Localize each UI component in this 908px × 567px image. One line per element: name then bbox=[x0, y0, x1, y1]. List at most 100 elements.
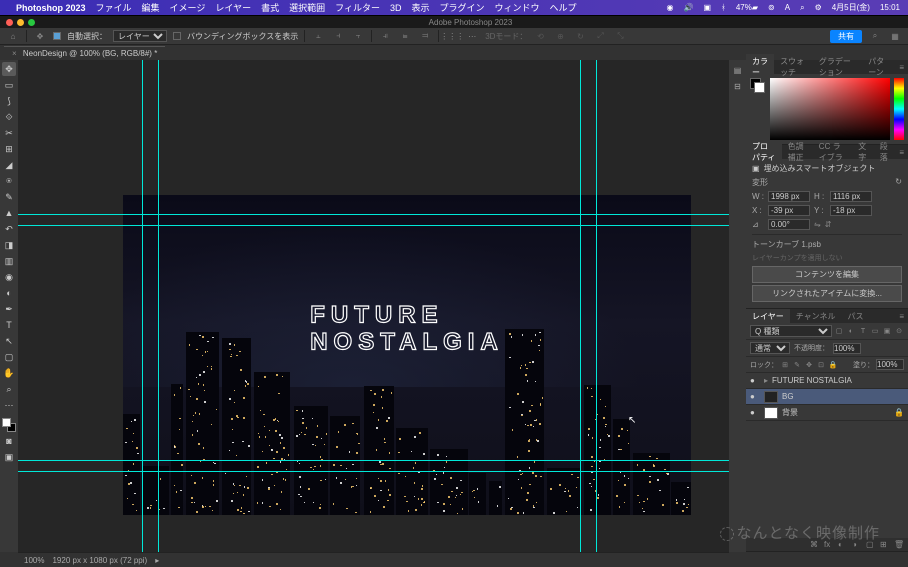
layer-item[interactable]: ● ▸ FUTURE NOSTALGIA bbox=[746, 373, 908, 389]
x-input[interactable] bbox=[768, 205, 810, 216]
maximize-button[interactable] bbox=[28, 19, 35, 26]
w-input[interactable] bbox=[768, 191, 810, 202]
tab-character[interactable]: 文字 bbox=[852, 139, 874, 165]
guide-horizontal[interactable] bbox=[18, 460, 729, 461]
menu-filter[interactable]: フィルター bbox=[335, 1, 380, 14]
filter-adj-icon[interactable]: ◐ bbox=[846, 326, 856, 336]
lock-all-icon[interactable]: 🔒 bbox=[828, 361, 838, 369]
move-tool-icon[interactable]: ✥ bbox=[33, 29, 47, 43]
visibility-icon[interactable]: ● bbox=[750, 392, 760, 401]
fx-icon[interactable]: fx bbox=[824, 540, 834, 549]
document-canvas[interactable]: FUTURE NOSTALGIA bbox=[123, 195, 691, 515]
document-tab[interactable]: × NeonDesign @ 100% (BG, RGB/8#) * bbox=[4, 46, 165, 60]
hue-strip[interactable] bbox=[894, 78, 904, 140]
history-brush-tool[interactable]: ↶ bbox=[2, 222, 16, 236]
blend-mode-dropdown[interactable]: 通常 bbox=[750, 342, 790, 354]
layer-item[interactable]: ● BG bbox=[746, 389, 908, 405]
crop-tool[interactable]: ✂ bbox=[2, 126, 16, 140]
tab-gradients[interactable]: グラデーション bbox=[813, 54, 862, 80]
align-vcenter-icon[interactable]: ⫞ bbox=[331, 29, 345, 43]
wand-tool[interactable]: ⟐ bbox=[2, 110, 16, 124]
menu-image[interactable]: イメージ bbox=[170, 1, 206, 14]
zoom-level[interactable]: 100% bbox=[24, 556, 44, 565]
color-field[interactable] bbox=[770, 78, 890, 140]
layer-name[interactable]: 背景 bbox=[782, 407, 798, 418]
guide-vertical[interactable] bbox=[596, 60, 597, 552]
marquee-tool[interactable]: ▭ bbox=[2, 78, 16, 92]
menu-help[interactable]: ヘルプ bbox=[550, 1, 577, 14]
status-battery[interactable]: 47% ▰ bbox=[736, 3, 758, 12]
status-time[interactable]: 15:01 bbox=[880, 3, 900, 12]
zoom-tool[interactable]: ⌕ bbox=[2, 382, 16, 396]
lasso-tool[interactable]: ⟆ bbox=[2, 94, 16, 108]
status-date[interactable]: 4月5日(金) bbox=[832, 2, 870, 13]
tonecurve-link[interactable]: トーンカーブ 1.psb bbox=[752, 239, 902, 250]
tab-swatches[interactable]: スウォッチ bbox=[774, 54, 813, 80]
menu-view[interactable]: 表示 bbox=[411, 1, 429, 14]
reset-icon[interactable]: ↻ bbox=[895, 177, 902, 186]
layer-thumbnail[interactable] bbox=[764, 407, 778, 419]
filter-toggle-icon[interactable]: ⊙ bbox=[894, 326, 904, 336]
align-left-icon[interactable]: ⫣ bbox=[378, 29, 392, 43]
menu-type[interactable]: 書式 bbox=[261, 1, 279, 14]
link-layers-icon[interactable]: ⌘ bbox=[810, 540, 820, 549]
doc-dimensions[interactable]: 1920 px x 1080 px (72 ppi) bbox=[52, 556, 147, 565]
layer-name[interactable]: BG bbox=[782, 392, 794, 401]
bbox-checkbox[interactable] bbox=[173, 32, 181, 40]
blur-tool[interactable]: ◉ bbox=[2, 270, 16, 284]
opacity-input[interactable] bbox=[833, 343, 861, 354]
dodge-tool[interactable]: ◐ bbox=[2, 286, 16, 300]
color-swatches[interactable] bbox=[750, 78, 766, 94]
tab-cclib[interactable]: CC ライブラ bbox=[813, 139, 852, 165]
status-record-icon[interactable]: ◉ bbox=[667, 3, 674, 12]
guide-vertical[interactable] bbox=[142, 60, 143, 552]
expand-icon[interactable]: ▸ bbox=[764, 376, 768, 385]
menu-select[interactable]: 選択範囲 bbox=[289, 1, 325, 14]
filter-type-icon[interactable]: T bbox=[858, 326, 868, 336]
guide-horizontal[interactable] bbox=[18, 214, 729, 215]
share-button[interactable]: 共有 bbox=[830, 30, 862, 43]
layer-name[interactable]: FUTURE NOSTALGIA bbox=[772, 376, 852, 385]
lock-transparent-icon[interactable]: ⊞ bbox=[780, 361, 790, 369]
quick-mask-tool[interactable]: ◙ bbox=[2, 434, 16, 448]
align-bottom-icon[interactable]: ⫟ bbox=[351, 29, 365, 43]
layercomp-dropdown[interactable]: レイヤーカンプを適用しない bbox=[752, 253, 902, 263]
menu-edit[interactable]: 編集 bbox=[142, 1, 160, 14]
autoselect-checkbox[interactable] bbox=[53, 32, 61, 40]
guide-horizontal[interactable] bbox=[18, 471, 729, 472]
guide-vertical[interactable] bbox=[158, 60, 159, 552]
align-right-icon[interactable]: ⫤ bbox=[418, 29, 432, 43]
screen-mode-tool[interactable]: ▣ bbox=[2, 450, 16, 464]
move-tool[interactable]: ✥ bbox=[2, 62, 16, 76]
minimize-button[interactable] bbox=[17, 19, 24, 26]
new-layer-icon[interactable]: ⊞ bbox=[880, 540, 890, 549]
edit-toolbar[interactable]: ⋯ bbox=[2, 398, 16, 412]
search-icon[interactable]: ⌕ bbox=[868, 29, 882, 43]
filter-shape-icon[interactable]: ▭ bbox=[870, 326, 880, 336]
flip-h-icon[interactable]: ⇋ bbox=[814, 220, 821, 229]
color-swatch[interactable] bbox=[2, 418, 16, 432]
close-tab-icon[interactable]: × bbox=[12, 49, 17, 58]
menu-window[interactable]: ウィンドウ bbox=[495, 1, 540, 14]
visibility-icon[interactable]: ● bbox=[750, 408, 760, 417]
tab-properties[interactable]: プロパティ bbox=[746, 139, 782, 165]
layer-thumbnail[interactable] bbox=[764, 391, 778, 403]
mask-icon[interactable]: ◐ bbox=[838, 540, 848, 549]
home-icon[interactable]: ⌂ bbox=[6, 29, 20, 43]
tab-color[interactable]: カラー bbox=[746, 54, 774, 80]
transform-section[interactable]: 変形 bbox=[752, 178, 768, 187]
frame-tool[interactable]: ⊞ bbox=[2, 142, 16, 156]
menu-plugin[interactable]: プラグイン bbox=[440, 1, 485, 14]
distribute-icon[interactable]: ⋮⋮⋮ bbox=[445, 29, 459, 43]
status-volume-icon[interactable]: 🔊 bbox=[684, 3, 694, 12]
pen-tool[interactable]: ✒ bbox=[2, 302, 16, 316]
visibility-icon[interactable]: ● bbox=[750, 376, 760, 385]
align-hcenter-icon[interactable]: ⫢ bbox=[398, 29, 412, 43]
layer-filter-dropdown[interactable]: Q 種類 bbox=[750, 325, 832, 337]
angle-input[interactable] bbox=[768, 219, 810, 230]
align-top-icon[interactable]: ⫠ bbox=[311, 29, 325, 43]
tab-patterns[interactable]: パターン bbox=[862, 54, 895, 80]
status-spotlight-icon[interactable]: A bbox=[785, 3, 790, 12]
panel-menu-icon[interactable]: ≡ bbox=[895, 312, 908, 321]
flip-v-icon[interactable]: ⇵ bbox=[825, 220, 832, 229]
